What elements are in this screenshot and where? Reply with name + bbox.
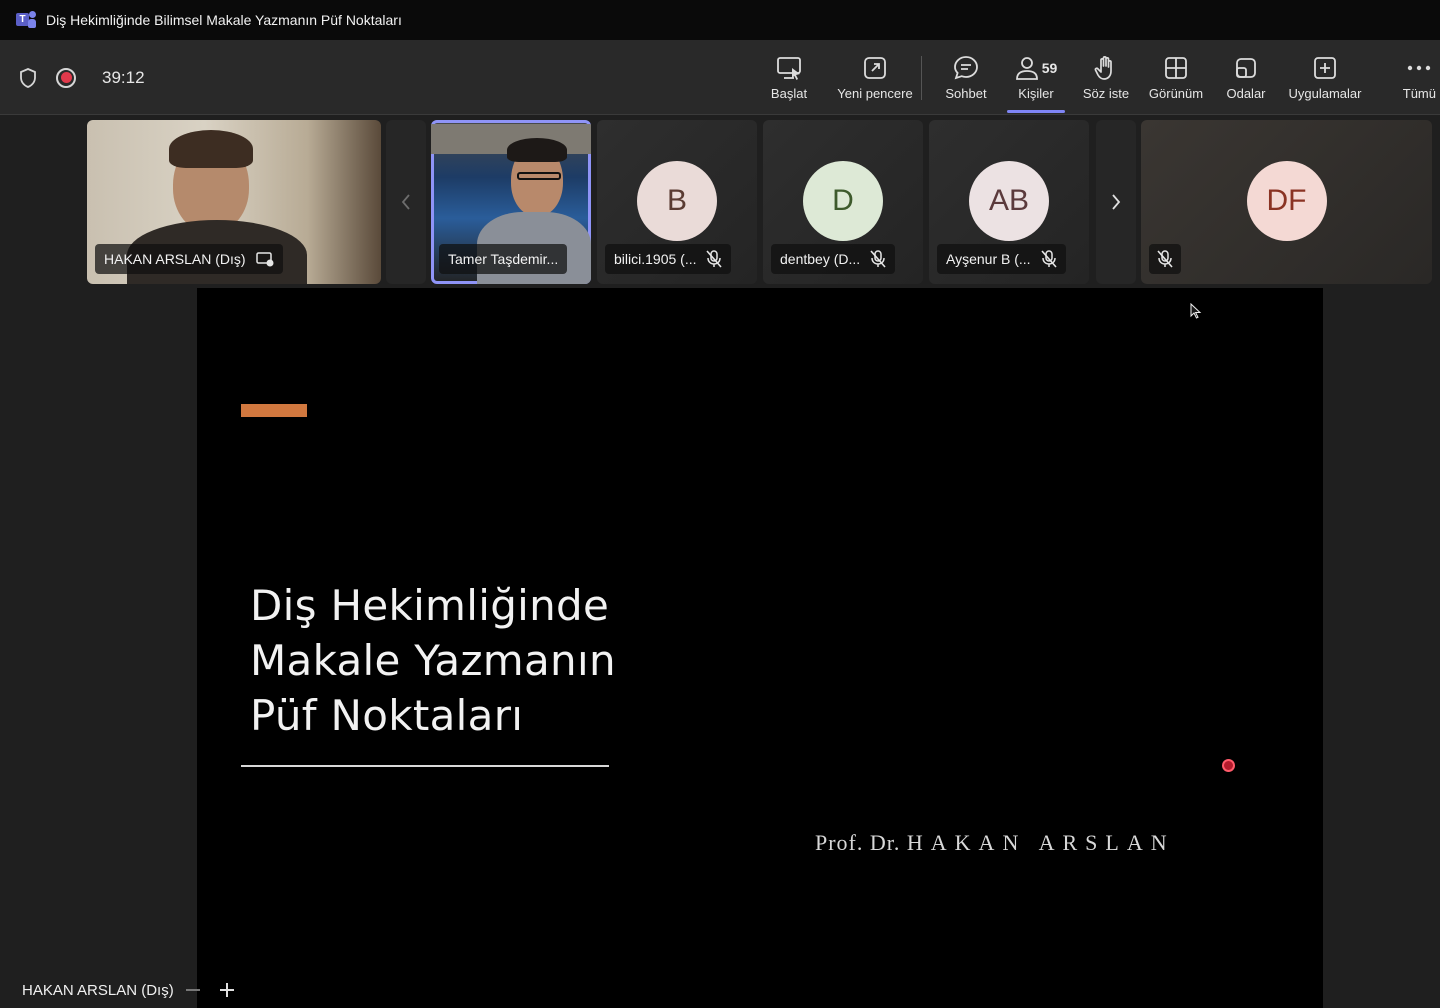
participant-tile-df[interactable]: DF [1141,120,1432,284]
apps-button[interactable]: Uygulamalar [1289,40,1362,115]
laser-pointer-icon [1222,759,1235,772]
chevron-right-icon [1110,193,1122,211]
more-options-button[interactable]: Tümü [1360,40,1440,115]
raise-hand-icon [1093,54,1119,82]
chevron-left-icon [400,193,412,211]
active-tab-indicator [1007,110,1065,113]
slide-divider [241,765,609,767]
slide-author: Prof. Dr. HAKAN ARSLAN [815,830,1175,855]
gallery-next-button[interactable] [1096,120,1136,284]
participant-name-tag: dentbey (D... [771,244,896,274]
chat-button[interactable]: Sohbet [922,40,1010,115]
window-title: Diş Hekimliğinde Bilimsel Makale Yazmanı… [46,12,402,28]
view-grid-icon [1163,55,1189,81]
avatar: D [803,161,883,241]
add-apps-icon [1312,55,1338,81]
view-button[interactable]: Görünüm [1149,40,1203,115]
avatar: AB [969,161,1049,241]
participant-tile-aysenur[interactable]: AB Ayşenur B (... [929,120,1089,284]
participant-tile-tamer-tasdemir[interactable]: Tamer Taşdemir... [431,120,591,284]
rooms-button[interactable]: Odalar [1202,40,1290,115]
presenter-name-tag: HAKAN ARSLAN (Dış) [12,975,234,1005]
participant-name-tag: Ayşenur B (... [937,244,1066,274]
participant-tile-dentbey[interactable]: D dentbey (D... [763,120,923,284]
meeting-toolbar: 39:12 Başlat Yeni pencere Sohbet 59 Kişi… [0,40,1440,115]
zoom-out-icon[interactable] [185,989,200,991]
gallery-prev-button[interactable] [386,120,426,284]
people-icon [1015,55,1039,81]
participant-name-tag: HAKAN ARSLAN (Dış) [95,244,283,274]
slide-accent-bar [241,404,307,417]
participant-name-tag: bilici.1905 (... [605,244,732,274]
raise-hand-button[interactable]: Söz iste [1062,40,1150,115]
new-window-button[interactable]: Yeni pencere [829,40,921,115]
pop-out-icon [862,55,888,81]
recording-icon [56,67,76,88]
participant-gallery: HAKAN ARSLAN (Dış) Tamer Taşdemir... B b… [0,116,1440,288]
mouse-cursor-icon [1190,303,1202,319]
participant-tile-hakan-arslan[interactable]: HAKAN ARSLAN (Dış) [87,120,381,284]
slide-title: Diş Hekimliğinde Makale Yazmanın Püf Nok… [250,581,616,740]
participant-tile-bilici[interactable]: B bilici.1905 (... [597,120,757,284]
more-icon [1407,64,1431,72]
avatar: DF [1246,161,1327,241]
mic-muted-icon [1157,250,1173,268]
share-start-button[interactable]: Başlat [749,40,829,115]
mic-muted-icon [1040,250,1057,268]
share-screen-icon [775,54,803,82]
mic-muted-icon [870,250,886,268]
screen-share-indicator-icon [255,251,274,267]
title-bar: T Diş Hekimliğinde Bilimsel Makale Yazma… [0,0,1440,40]
zoom-in-icon[interactable] [219,983,234,997]
avatar: B [637,161,717,241]
chat-icon [952,54,980,82]
rooms-icon [1233,55,1259,81]
people-button[interactable]: 59 Kişiler [1007,40,1065,115]
teams-logo-icon: T [16,11,36,29]
participant-name-tag [1149,244,1181,274]
shield-icon[interactable] [18,67,38,89]
participant-name-tag: Tamer Taşdemir... [439,244,568,274]
meeting-timer: 39:12 [102,67,145,87]
participant-count: 59 [1041,60,1058,76]
shared-screen-slide: Diş Hekimliğinde Makale Yazmanın Püf Nok… [197,288,1323,1008]
mic-muted-icon [706,250,723,268]
